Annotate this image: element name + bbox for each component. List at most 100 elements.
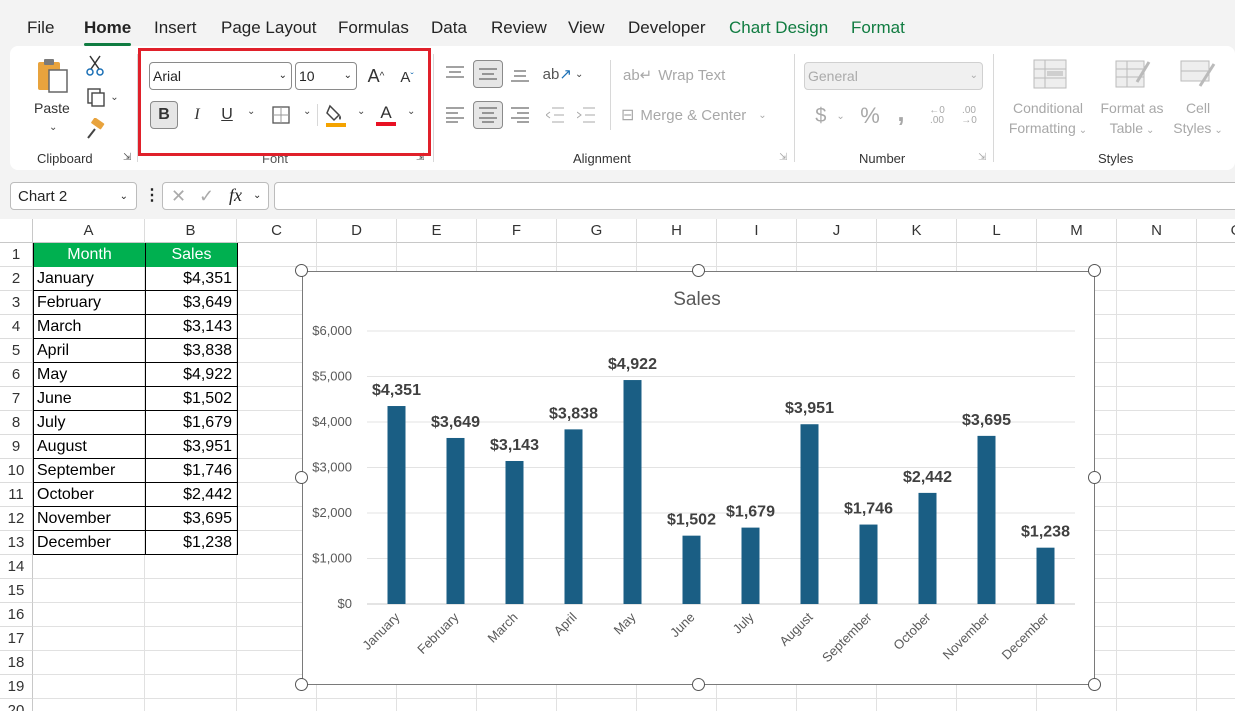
tab-home[interactable]: Home [84, 18, 132, 46]
row-header-13[interactable]: 13 [0, 531, 33, 555]
month-cell[interactable]: January [34, 267, 145, 291]
column-header-m[interactable]: M [1037, 219, 1117, 243]
conditional-formatting-icon[interactable] [1032, 58, 1068, 90]
align-middle-icon[interactable] [473, 60, 503, 88]
orientation-icon[interactable]: ab ↗ ⌄ [543, 62, 584, 86]
resize-handle-br[interactable] [1088, 678, 1101, 691]
row-header-19[interactable]: 19 [0, 675, 33, 699]
align-center-icon[interactable] [473, 101, 503, 129]
sales-cell[interactable]: $2,442 [146, 483, 237, 507]
row-header-4[interactable]: 4 [0, 315, 33, 339]
percent-button[interactable]: % [858, 103, 882, 128]
decrease-decimal-icon[interactable]: .00 →0 [956, 104, 982, 128]
resize-handle-tc[interactable] [691, 264, 705, 277]
sales-cell[interactable]: $3,951 [146, 435, 237, 459]
formula-input[interactable] [274, 182, 1235, 210]
wrap-text-button[interactable]: ab↵ Wrap Text [623, 64, 725, 86]
table-header-sales[interactable]: Sales [146, 243, 237, 267]
row-header-12[interactable]: 12 [0, 507, 33, 531]
row-header-5[interactable]: 5 [0, 339, 33, 363]
tab-insert[interactable]: Insert [154, 18, 197, 38]
row-header-3[interactable]: 3 [0, 291, 33, 315]
tab-chart-design[interactable]: Chart Design [729, 18, 828, 38]
row-header-8[interactable]: 8 [0, 411, 33, 435]
column-header-b[interactable]: B [145, 219, 237, 243]
row-header-10[interactable]: 10 [0, 459, 33, 483]
row-header-14[interactable]: 14 [0, 555, 33, 579]
row-header-1[interactable]: 1 [0, 243, 33, 267]
month-cell[interactable]: December [34, 531, 145, 555]
month-cell[interactable]: April [34, 339, 145, 363]
column-header-d[interactable]: D [317, 219, 397, 243]
row-header-17[interactable]: 17 [0, 627, 33, 651]
column-header-o[interactable]: O [1197, 219, 1235, 243]
sales-cell[interactable]: $1,746 [146, 459, 237, 483]
sales-cell[interactable]: $4,351 [146, 267, 237, 291]
column-header-k[interactable]: K [877, 219, 957, 243]
decrease-indent-icon[interactable] [544, 104, 566, 126]
select-all-corner[interactable] [0, 219, 33, 243]
row-header-6[interactable]: 6 [0, 363, 33, 387]
row-header-2[interactable]: 2 [0, 267, 33, 291]
number-format-select[interactable]: General ⌄ [804, 62, 983, 90]
clipboard-launcher-icon[interactable]: ⇲ [123, 152, 131, 163]
currency-button[interactable]: $ ⌄ [810, 104, 850, 128]
cell-styles-icon[interactable] [1180, 58, 1216, 90]
month-cell[interactable]: August [34, 435, 145, 459]
sales-cell[interactable]: $1,238 [146, 531, 237, 555]
cut-icon[interactable] [84, 54, 106, 76]
row-header-15[interactable]: 15 [0, 579, 33, 603]
tab-file[interactable]: File [27, 18, 54, 38]
merge-center-button[interactable]: ⊟ Merge & Center ⌄ [621, 104, 767, 126]
sales-cell[interactable]: $4,922 [146, 363, 237, 387]
sales-cell[interactable]: $3,143 [146, 315, 237, 339]
sales-chart[interactable]: Sales $0 $1,000 $2,000 $3,000 $4,000 $5,000 $6,… [302, 271, 1095, 685]
cancel-icon[interactable]: ✕ [171, 186, 186, 207]
comma-button[interactable]: , [892, 97, 910, 127]
column-header-e[interactable]: E [397, 219, 477, 243]
column-header-l[interactable]: L [957, 219, 1037, 243]
tab-data[interactable]: Data [431, 18, 467, 38]
column-header-g[interactable]: G [557, 219, 637, 243]
month-cell[interactable]: October [34, 483, 145, 507]
table-header-month[interactable]: Month [34, 243, 145, 267]
resize-handle-bc[interactable] [691, 678, 705, 691]
align-left-icon[interactable] [444, 104, 466, 126]
row-header-20[interactable]: 20 [0, 699, 33, 711]
column-header-j[interactable]: J [797, 219, 877, 243]
tab-developer[interactable]: Developer [628, 18, 706, 38]
alignment-launcher-icon[interactable]: ⇲ [779, 152, 787, 163]
insert-function-icon[interactable]: fx [229, 185, 242, 206]
sales-cell[interactable]: $1,679 [146, 411, 237, 435]
month-cell[interactable]: July [34, 411, 145, 435]
tab-format[interactable]: Format [851, 18, 905, 38]
sales-cell[interactable]: $3,838 [146, 339, 237, 363]
enter-icon[interactable]: ✓ [199, 186, 214, 207]
number-launcher-icon[interactable]: ⇲ [978, 152, 986, 163]
tab-page-layout[interactable]: Page Layout [221, 18, 316, 38]
paste-dropdown-icon[interactable]: ⌄ [49, 122, 57, 133]
month-cell[interactable]: September [34, 459, 145, 483]
tab-view[interactable]: View [568, 18, 605, 38]
resize-handle-bl[interactable] [295, 678, 308, 691]
resize-handle-mr[interactable] [1088, 471, 1101, 484]
conditional-formatting-button[interactable]: Conditional Formatting ⌄ [1006, 98, 1090, 141]
format-painter-icon[interactable] [84, 118, 106, 140]
increase-decimal-icon[interactable]: ←0.00 [924, 104, 950, 128]
column-header-n[interactable]: N [1117, 219, 1197, 243]
column-header-h[interactable]: H [637, 219, 717, 243]
resize-handle-tr[interactable] [1088, 264, 1101, 277]
align-top-icon[interactable] [444, 62, 466, 84]
month-cell[interactable]: March [34, 315, 145, 339]
month-cell[interactable]: June [34, 387, 145, 411]
row-header-7[interactable]: 7 [0, 387, 33, 411]
align-right-icon[interactable] [509, 104, 531, 126]
column-header-c[interactable]: C [237, 219, 317, 243]
paste-label[interactable]: Paste [34, 100, 70, 116]
sales-cell[interactable]: $1,502 [146, 387, 237, 411]
format-as-table-icon[interactable] [1115, 58, 1151, 90]
name-box[interactable]: Chart 2 ⌄ [10, 182, 137, 210]
chevron-down-icon[interactable]: ⌄ [253, 190, 261, 201]
more-options-icon[interactable]: ⋮ [144, 185, 160, 205]
column-header-i[interactable]: I [717, 219, 797, 243]
